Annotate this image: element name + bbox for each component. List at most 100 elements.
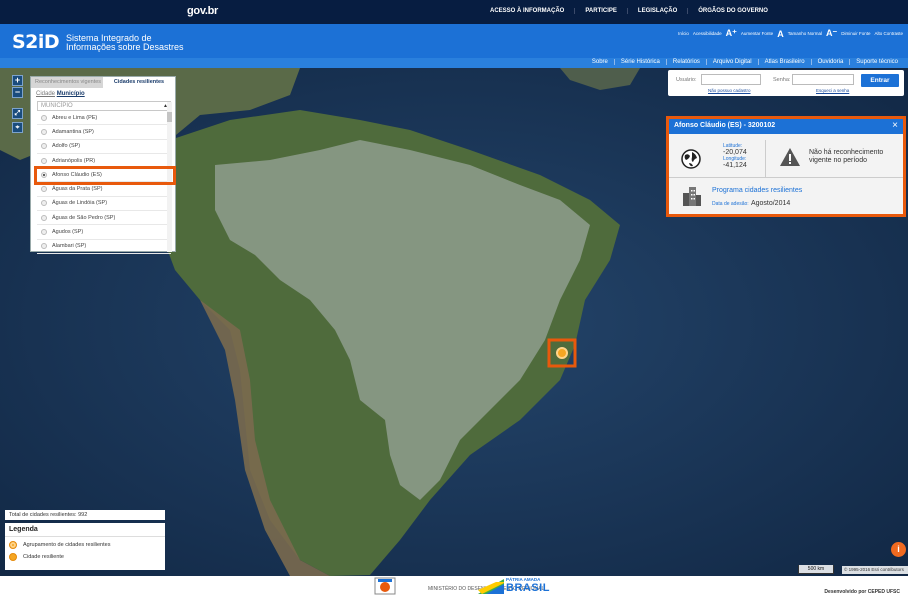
main-menu: Sobre Série Histórica Relatórios Arquivo… (0, 58, 908, 68)
subtabs: Cidade Município (31, 88, 175, 100)
gov-links: ACESSO À INFORMAÇÃO PARTICIPE LEGISLAÇÃO… (480, 8, 778, 14)
scrollbar-thumb[interactable] (167, 112, 172, 122)
popup-location-row: Latitude: -20,074 Longitude: -41,124 Não… (669, 137, 903, 178)
accessibility-bar: Início Acessibilidade A⁺ Aumentar Fonte … (678, 28, 903, 39)
link-inicio[interactable]: Início (678, 31, 689, 36)
login-form: Usuário: Não possuo cadastro Senha: Esqu… (668, 70, 904, 96)
city-buildings-icon (683, 187, 701, 206)
close-icon[interactable]: × (892, 120, 898, 131)
list-item-label: Águas da Prata (SP) (52, 186, 103, 193)
radio-icon[interactable] (41, 114, 47, 121)
list-item[interactable]: Adamantina (SP) (37, 125, 171, 140)
total-cities: Total de cidades resilientes: 992 (5, 510, 165, 520)
link-alto-contraste[interactable]: Alto Contraste (874, 31, 903, 36)
no-recognition-text: Não há reconhecimento vigente no período (809, 149, 884, 164)
legend-item: Cidade resiliente (5, 549, 165, 561)
forgot-password-link[interactable]: Esqueci a senha (816, 88, 849, 93)
site-title: Sistema Integrado de Informações sobre D… (66, 34, 184, 52)
gov-link-acesso[interactable]: ACESSO À INFORMAÇÃO (480, 8, 576, 14)
program-name: Programa cidades resilientes (712, 187, 803, 194)
list-item-label: Abreu e Lima (PE) (52, 114, 98, 121)
city-marker-icon (9, 553, 17, 561)
link-acessibilidade[interactable]: Acessibilidade (693, 31, 722, 36)
map-legend: Legenda Agrupamento de cidades resilient… (5, 523, 165, 570)
mdr-seal-icon (374, 577, 396, 595)
subtab-cidade[interactable]: Cidade (36, 91, 55, 97)
list-item-label: Adamantina (SP) (52, 128, 94, 135)
link-tamanho-normal[interactable]: Tamanho Normal (788, 31, 822, 36)
menu-arquivo-digital[interactable]: Arquivo Digital (705, 59, 758, 65)
radio-icon[interactable] (41, 214, 47, 221)
govbr-logo[interactable]: gov.br (187, 5, 218, 17)
full-extent-icon[interactable]: ⤢ (12, 108, 23, 119)
developer-credit[interactable]: Desenvolvido por CEPED UFSC (824, 589, 900, 595)
font-decrease-icon[interactable]: A⁻ (826, 28, 837, 39)
brasil-logo: BRASIL (506, 582, 550, 594)
radio-icon[interactable] (41, 200, 47, 207)
radio-icon[interactable] (41, 186, 47, 193)
list-item[interactable]: Agudos (SP) (37, 225, 171, 240)
legend-title: Legenda (5, 523, 165, 537)
user-input[interactable] (701, 74, 761, 85)
menu-relatorios[interactable]: Relatórios (665, 59, 706, 65)
menu-ouvidoria[interactable]: Ouvidoria (810, 59, 850, 65)
footer: MINISTÉRIO DO DESENVOLVIMENTO REGIONAL P… (0, 576, 908, 596)
font-normal-icon[interactable]: A (777, 29, 784, 39)
list-item[interactable]: Alambari (SP) (37, 240, 171, 254)
gov-link-participe[interactable]: PARTICIPE (575, 8, 628, 14)
tab-cidades-resilientes[interactable]: Cidades resilientes (103, 77, 175, 88)
list-item[interactable]: Abreu e Lima (PE) (37, 111, 171, 126)
radio-icon[interactable] (41, 128, 47, 135)
legend-item-label: Agrupamento de cidades resilientes (23, 542, 111, 548)
menu-serie-historica[interactable]: Série Histórica (613, 59, 666, 65)
map-scale: 500 km (798, 565, 834, 574)
link-diminuir-fonte[interactable]: Diminuir Fonte (841, 31, 870, 36)
adhesion-date: Agosto/2014 (750, 200, 791, 207)
legend-item-label: Cidade resiliente (23, 554, 64, 560)
zoom-out-button[interactable]: − (12, 87, 23, 98)
popup-title: Afonso Cláudio (ES) - 3200102 (674, 122, 776, 129)
menu-sobre[interactable]: Sobre (586, 59, 614, 65)
login-button[interactable]: Entrar (861, 74, 899, 87)
longitude-value: -41,124 (723, 162, 747, 169)
no-register-link[interactable]: Não possuo cadastro (708, 88, 751, 93)
s2id-logo[interactable]: S2iD (12, 31, 60, 53)
city-info-popup: Afonso Cláudio (ES) - 3200102 × Latitude… (666, 116, 906, 217)
brasil-flag-icon (478, 579, 504, 594)
site-title-line2: Informações sobre Desastres (66, 42, 184, 52)
site-header: S2iD Sistema Integrado de Informações so… (0, 24, 908, 58)
list-item-label: Agudos (SP) (52, 229, 84, 236)
municipio-header: MUNICÍPIO ▲ (37, 101, 171, 111)
coordinates: Latitude: -20,074 Longitude: -41,124 (723, 143, 747, 169)
menu-suporte-tecnico[interactable]: Suporte técnico (849, 59, 904, 65)
globe-icon (681, 149, 701, 169)
radio-icon[interactable] (41, 243, 47, 250)
selection-highlight (34, 166, 176, 185)
password-input[interactable] (792, 74, 854, 85)
radio-icon[interactable] (41, 229, 47, 236)
gov-link-orgaos[interactable]: ÓRGÃOS DO GOVERNO (688, 8, 778, 14)
map-attribution[interactable]: © 1995-2016 Esri contributors (842, 566, 908, 574)
font-increase-icon[interactable]: A⁺ (726, 28, 737, 39)
info-button[interactable]: i (891, 542, 906, 557)
locate-icon[interactable]: ⌖ (12, 122, 23, 133)
link-aumentar-fonte[interactable]: Aumentar Fonte (741, 31, 773, 36)
list-item[interactable]: Águas de Lindóia (SP) (37, 197, 171, 212)
subtab-municipio[interactable]: Município (57, 91, 85, 97)
cluster-icon (9, 541, 17, 549)
radio-icon[interactable] (41, 143, 47, 150)
list-item[interactable]: Águas de São Pedro (SP) (37, 211, 171, 226)
tab-reconhecimentos[interactable]: Reconhecimentos vigentes (31, 77, 103, 88)
list-item-label: Alambari (SP) (52, 243, 87, 250)
municipio-header-label: MUNICÍPIO (41, 103, 73, 109)
popup-header: Afonso Cláudio (ES) - 3200102 × (669, 119, 903, 134)
menu-atlas-brasileiro[interactable]: Atlas Brasileiro (757, 59, 811, 65)
warning-icon (780, 148, 800, 166)
adhesion-label: Data de adesão: (712, 201, 749, 207)
popup-program-row: Programa cidades resilientes Data de ade… (669, 185, 903, 215)
list-item-label: Águas de Lindóia (SP) (52, 200, 108, 207)
zoom-in-button[interactable]: + (12, 75, 23, 86)
gov-link-legislacao[interactable]: LEGISLAÇÃO (628, 8, 689, 14)
radio-icon[interactable] (41, 157, 47, 164)
list-item[interactable]: Adolfo (SP) (37, 140, 171, 154)
